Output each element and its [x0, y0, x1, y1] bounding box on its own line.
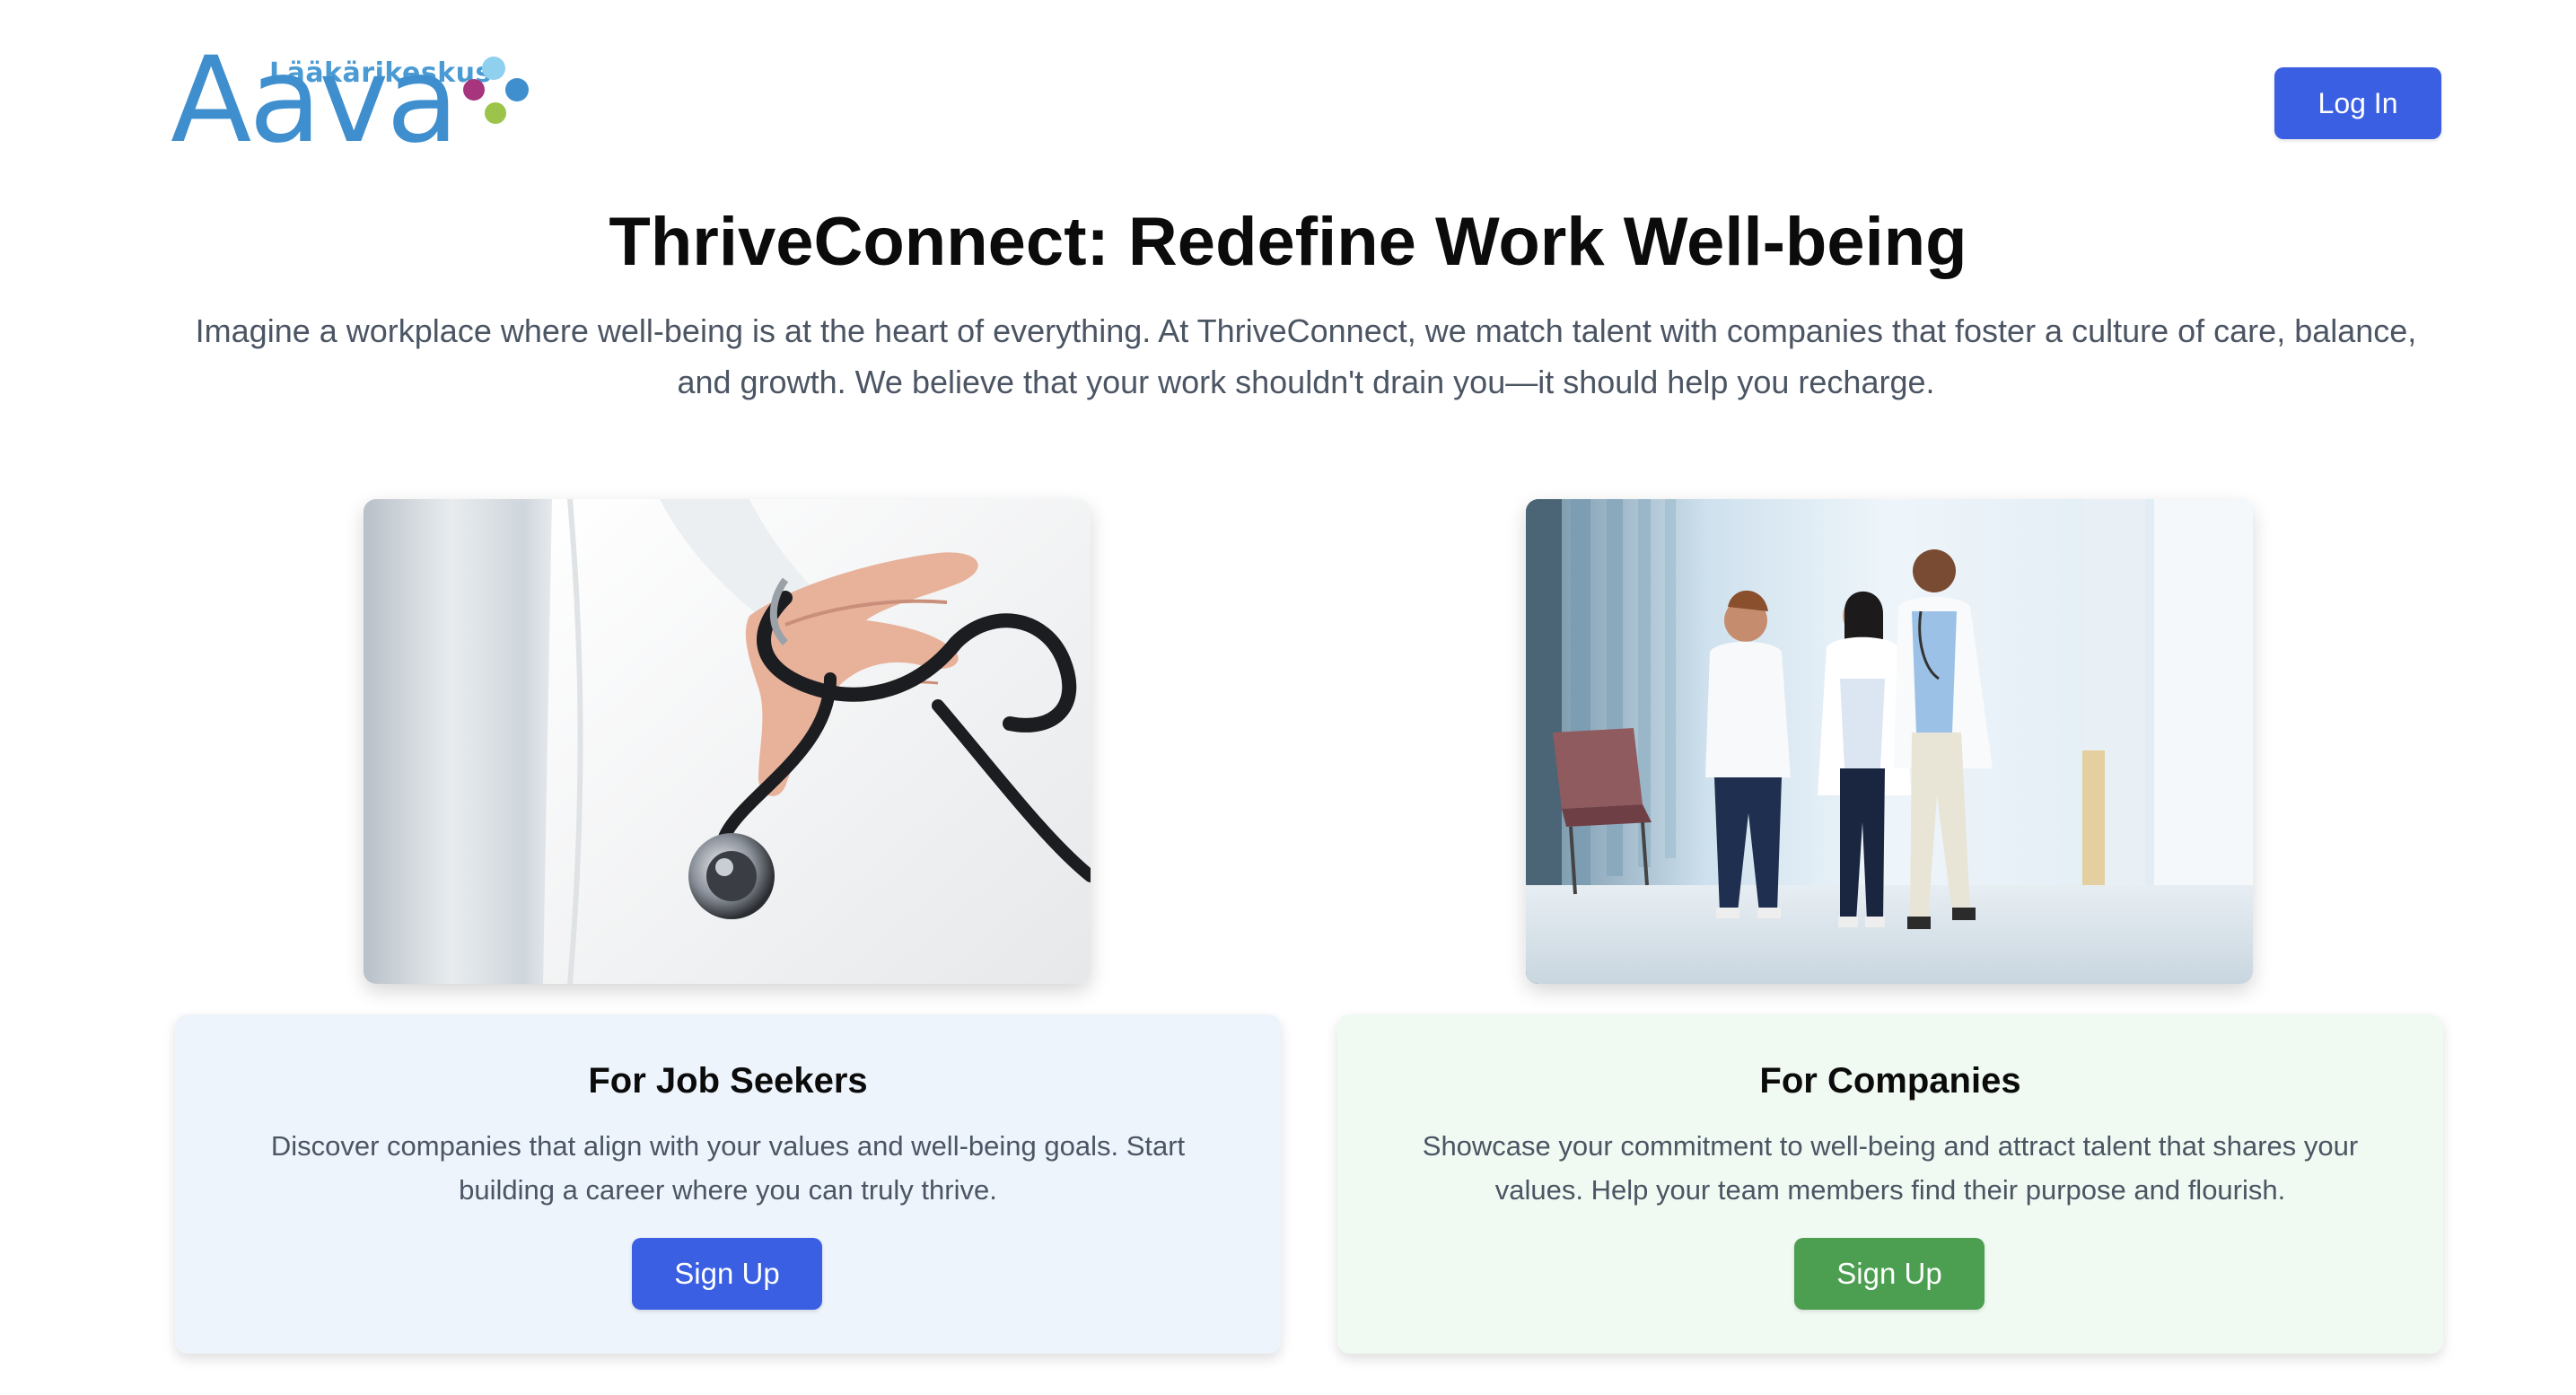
companies-description: Showcase your commitment to well-being a… [1422, 1130, 2359, 1206]
page-title: ThriveConnect: Redefine Work Well-being [609, 204, 1967, 280]
doctor-stethoscope-image [364, 499, 1091, 984]
logo-wordmark: Aava [171, 31, 459, 170]
aava-logo[interactable]: Lääkärikeskus Aava [171, 41, 548, 160]
companies-signup-button[interactable]: Sign Up [1794, 1238, 1985, 1310]
job-seekers-title: For Job Seekers [588, 1061, 868, 1101]
landing-page: Lääkärikeskus Aava Log In ThriveConnect:… [0, 0, 2576, 1395]
companies-card: For Companies Showcase your commitment t… [1337, 1014, 2443, 1354]
companies-title: For Companies [1759, 1061, 2021, 1101]
login-button[interactable]: Log In [2274, 67, 2441, 139]
job-seekers-card: For Job Seekers Discover companies that … [175, 1014, 1281, 1354]
hero-description: Imagine a workplace where well-being is … [195, 312, 2417, 400]
doctors-walking-image [1526, 499, 2253, 984]
job-seekers-signup-button[interactable]: Sign Up [632, 1238, 822, 1310]
logo-dots-icon [463, 57, 529, 124]
job-seekers-description: Discover companies that align with your … [270, 1130, 1186, 1206]
